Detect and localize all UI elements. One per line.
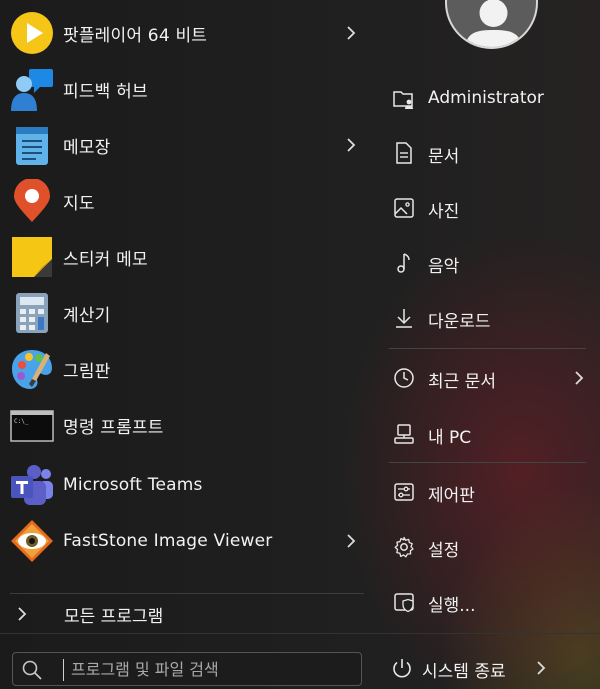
app-label: 피드백 허브 <box>63 81 148 102</box>
place-music[interactable]: 음악 <box>375 237 600 289</box>
notepad-icon <box>16 127 48 165</box>
avatar[interactable] <box>445 0 538 49</box>
place-settings[interactable]: 설정 <box>375 521 600 573</box>
computer-icon <box>394 424 414 444</box>
place-control-panel[interactable]: 제어판 <box>375 466 600 518</box>
command-prompt-icon: C:\_ <box>10 410 54 442</box>
place-label: Administrator <box>428 88 544 108</box>
divider <box>389 462 586 463</box>
teams-icon <box>11 465 53 505</box>
power-icon <box>393 659 411 678</box>
svg-text:C:\_: C:\_ <box>14 418 29 425</box>
place-pictures[interactable]: 사진 <box>375 182 600 234</box>
user-folder-icon <box>393 91 413 109</box>
app-label: 지도 <box>63 193 95 214</box>
app-item-maps[interactable]: 지도 <box>0 173 375 229</box>
place-administrator[interactable]: Administrator <box>375 73 600 125</box>
search-icon <box>22 660 42 680</box>
feedback-hub-icon <box>11 69 53 111</box>
app-label: Microsoft Teams <box>63 475 203 495</box>
sticky-notes-icon <box>12 237 52 277</box>
place-recent-documents[interactable]: 최근 문서 <box>375 352 600 404</box>
app-label: 계산기 <box>63 305 111 326</box>
download-icon <box>396 309 412 328</box>
app-item-paint[interactable]: 그림판 <box>0 341 375 397</box>
place-label: 내 PC <box>428 428 472 448</box>
program-list: 팟플레이어 64 비트 피드백 허브 메모장 지도 스티커 메모 계산기 그림판… <box>0 0 375 689</box>
control-panel-icon <box>394 483 414 501</box>
shutdown-button[interactable]: 시스템 종료 <box>375 644 600 689</box>
app-item-calculator[interactable]: 계산기 <box>0 285 375 341</box>
place-run[interactable]: 실행... <box>375 576 600 628</box>
place-documents[interactable]: 문서 <box>375 127 600 179</box>
all-programs-label: 모든 프로그램 <box>64 607 164 627</box>
place-label: 음악 <box>428 257 460 277</box>
document-icon <box>396 142 412 164</box>
app-label: 명령 프롬프트 <box>63 417 164 438</box>
app-label: 그림판 <box>63 361 111 382</box>
app-label: 팟플레이어 64 비트 <box>63 25 208 46</box>
place-label: 사진 <box>428 202 460 222</box>
paint-icon <box>12 350 52 389</box>
chevron-right-icon <box>575 371 584 385</box>
search-input[interactable] <box>71 657 351 681</box>
gear-icon <box>394 536 414 558</box>
app-label: 메모장 <box>63 137 111 158</box>
run-shield-icon <box>394 593 414 613</box>
chevron-right-icon <box>18 607 27 621</box>
search-box[interactable] <box>12 652 362 686</box>
chevron-right-icon[interactable] <box>345 533 357 549</box>
place-label: 설정 <box>428 541 460 561</box>
app-label: 스티커 메모 <box>63 249 148 270</box>
maps-icon <box>14 179 50 222</box>
divider <box>10 593 364 594</box>
app-item-faststone[interactable]: FastStone Image Viewer <box>0 513 375 569</box>
app-label: FastStone Image Viewer <box>63 531 273 551</box>
text-cursor <box>63 659 64 681</box>
places-panel: Administrator 문서 사진 음악 다운로드 최근 문서 내 PC 제… <box>375 0 600 689</box>
all-programs-button[interactable]: 모든 프로그램 <box>0 598 375 630</box>
picture-icon <box>394 198 414 218</box>
app-item-sticky-notes[interactable]: 스티커 메모 <box>0 229 375 285</box>
potplayer-icon <box>11 12 53 54</box>
app-item-teams[interactable]: Microsoft Teams <box>0 457 375 513</box>
place-label: 다운로드 <box>428 312 491 332</box>
place-downloads[interactable]: 다운로드 <box>375 292 600 344</box>
app-item-notepad[interactable]: 메모장 <box>0 117 375 173</box>
user-icon <box>465 0 522 47</box>
app-item-feedback-hub[interactable]: 피드백 허브 <box>0 61 375 117</box>
music-note-icon <box>397 253 410 273</box>
place-label: 최근 문서 <box>428 372 496 392</box>
chevron-right-icon[interactable] <box>535 660 547 676</box>
place-this-pc[interactable]: 내 PC <box>375 408 600 460</box>
app-item-command-prompt[interactable]: C:\_ 명령 프롬프트 <box>0 397 375 453</box>
app-item-potplayer[interactable]: 팟플레이어 64 비트 <box>0 5 375 61</box>
chevron-right-icon[interactable] <box>345 137 357 153</box>
chevron-right-icon[interactable] <box>345 25 357 41</box>
place-label: 제어판 <box>428 486 475 506</box>
shutdown-label: 시스템 종료 <box>422 662 506 682</box>
place-label: 문서 <box>428 147 460 167</box>
calculator-icon <box>16 293 48 333</box>
place-label: 실행... <box>428 596 476 616</box>
divider <box>389 348 586 349</box>
faststone-icon <box>11 520 53 562</box>
clock-icon <box>394 368 414 388</box>
